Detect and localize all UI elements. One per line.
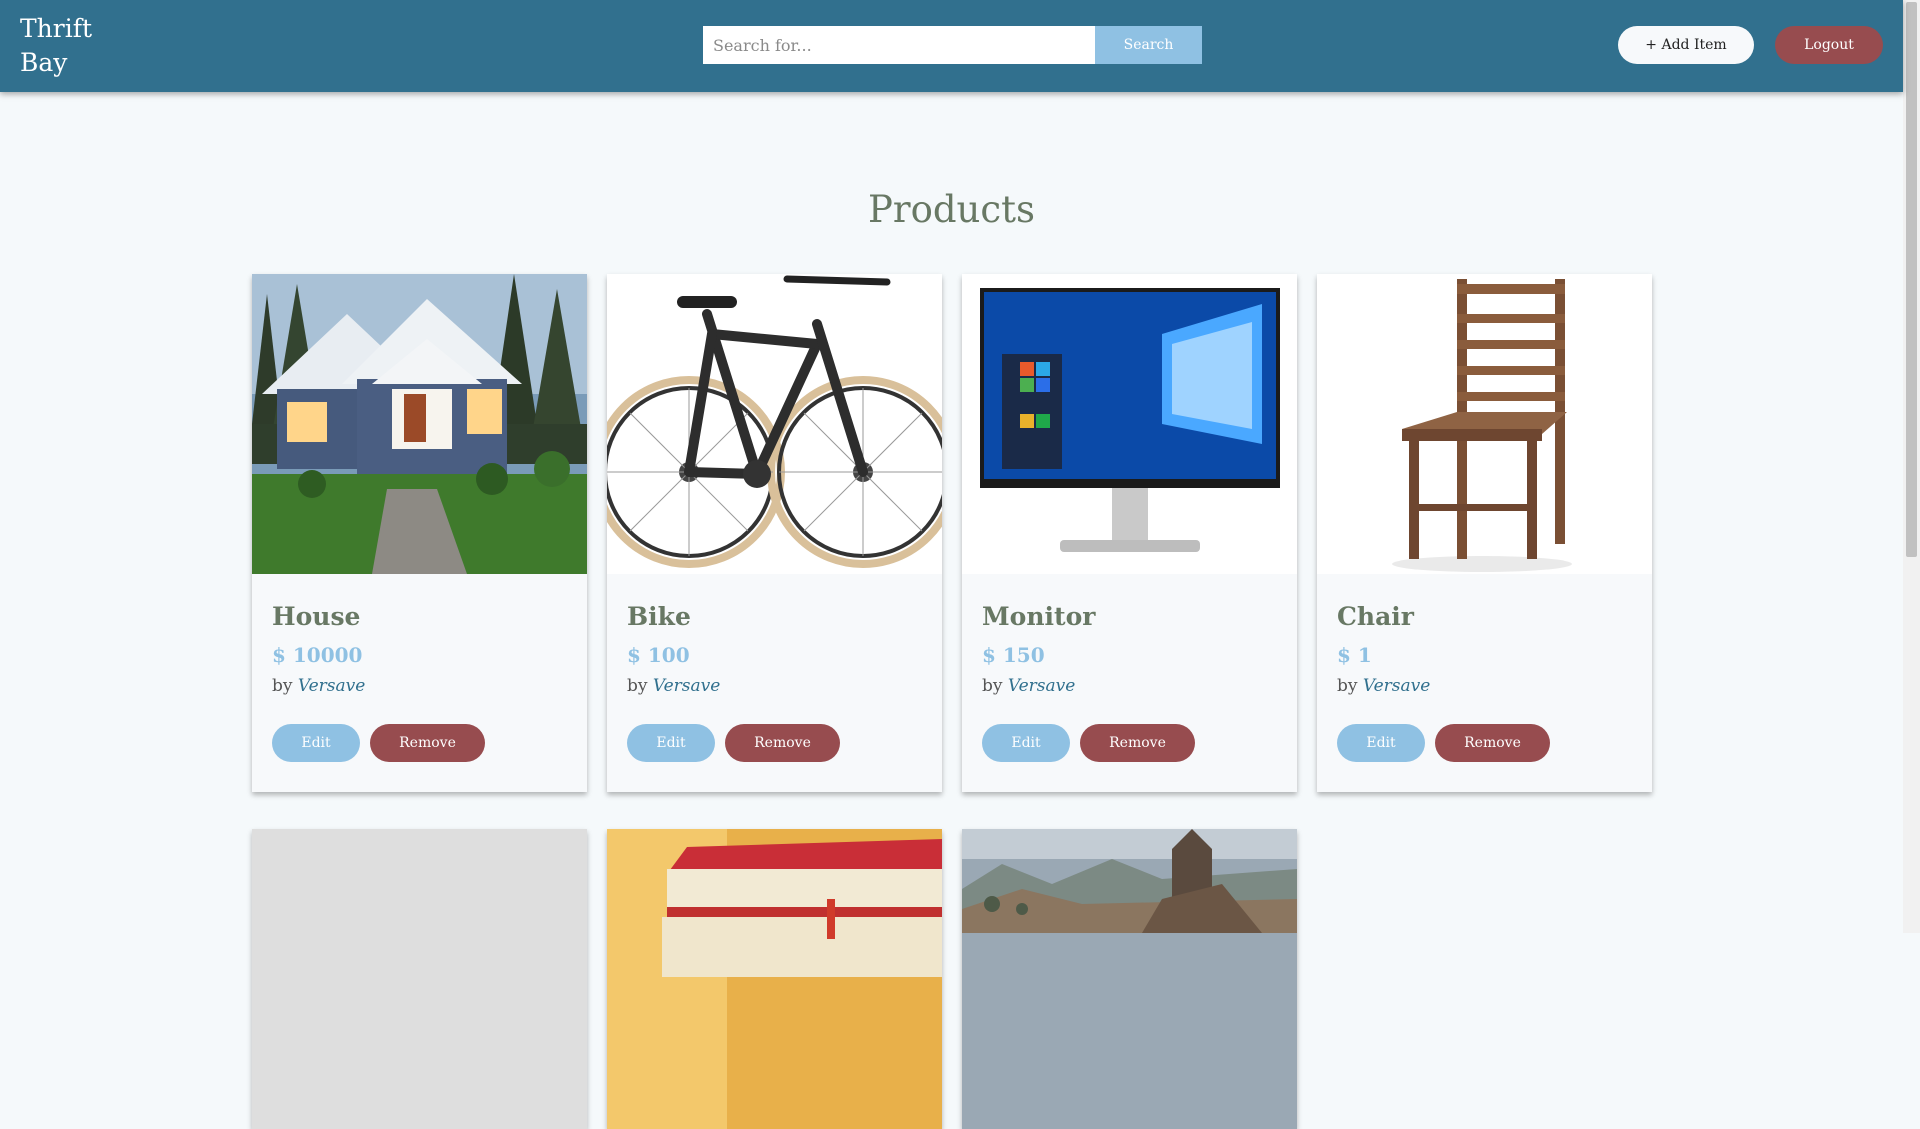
- logout-button[interactable]: Logout: [1775, 26, 1883, 64]
- product-name[interactable]: Monitor: [982, 602, 1095, 631]
- product-card: Monitor $ 150 by Versave Edit Remove: [962, 274, 1297, 792]
- brand-logo[interactable]: Thrift Bay: [20, 12, 130, 80]
- bike-photo: [607, 274, 942, 574]
- product-name[interactable]: Bike: [627, 602, 691, 631]
- product-card: [962, 829, 1297, 1129]
- edit-button[interactable]: Edit: [627, 724, 715, 762]
- product-name[interactable]: Chair: [1337, 602, 1414, 631]
- search-input[interactable]: [703, 26, 1095, 64]
- chair-photo: [1317, 274, 1652, 574]
- edit-button[interactable]: Edit: [272, 724, 360, 762]
- remove-button[interactable]: Remove: [1080, 724, 1195, 762]
- product-seller: by Versave: [1337, 676, 1430, 696]
- seller-name: Versave: [1362, 676, 1431, 696]
- seller-name: Versave: [297, 676, 366, 696]
- castle-landscape-photo: [962, 829, 1297, 1129]
- product-card: Chair $ 1 by Versave Edit Remove: [1317, 274, 1652, 792]
- remove-button[interactable]: Remove: [725, 724, 840, 762]
- edit-button[interactable]: Edit: [982, 724, 1070, 762]
- product-price: $ 1: [1337, 643, 1372, 667]
- house-photo: [252, 274, 587, 574]
- product-card: Bike $ 100 by Versave Edit Remove: [607, 274, 942, 792]
- search-button[interactable]: Search: [1095, 26, 1202, 64]
- monitor-photo: [962, 274, 1297, 574]
- page-scrollbar[interactable]: [1903, 0, 1920, 933]
- product-seller: by Versave: [272, 676, 365, 696]
- product-price: $ 150: [982, 643, 1045, 667]
- add-item-button[interactable]: + Add Item: [1618, 26, 1754, 64]
- seller-name: Versave: [652, 676, 721, 696]
- product-card: [252, 829, 587, 1129]
- product-card: [607, 829, 942, 1129]
- seller-prefix: by: [627, 676, 648, 696]
- seller-prefix: by: [1337, 676, 1358, 696]
- remove-button[interactable]: Remove: [370, 724, 485, 762]
- remove-button[interactable]: Remove: [1435, 724, 1550, 762]
- edit-button[interactable]: Edit: [1337, 724, 1425, 762]
- seller-prefix: by: [272, 676, 293, 696]
- product-seller: by Versave: [627, 676, 720, 696]
- navbar: Thrift Bay Search + Add Item Logout: [0, 0, 1903, 92]
- product-seller: by Versave: [982, 676, 1075, 696]
- seller-name: Versave: [1007, 676, 1076, 696]
- placeholder-image: [252, 829, 587, 1129]
- product-card: House $ 10000 by Versave Edit Remove: [252, 274, 587, 792]
- scrollbar-thumb[interactable]: [1906, 2, 1917, 557]
- seller-prefix: by: [982, 676, 1003, 696]
- books-photo: [607, 829, 942, 1129]
- product-price: $ 10000: [272, 643, 363, 667]
- page-title: Products: [868, 188, 1035, 231]
- product-name[interactable]: House: [272, 602, 360, 631]
- product-price: $ 100: [627, 643, 690, 667]
